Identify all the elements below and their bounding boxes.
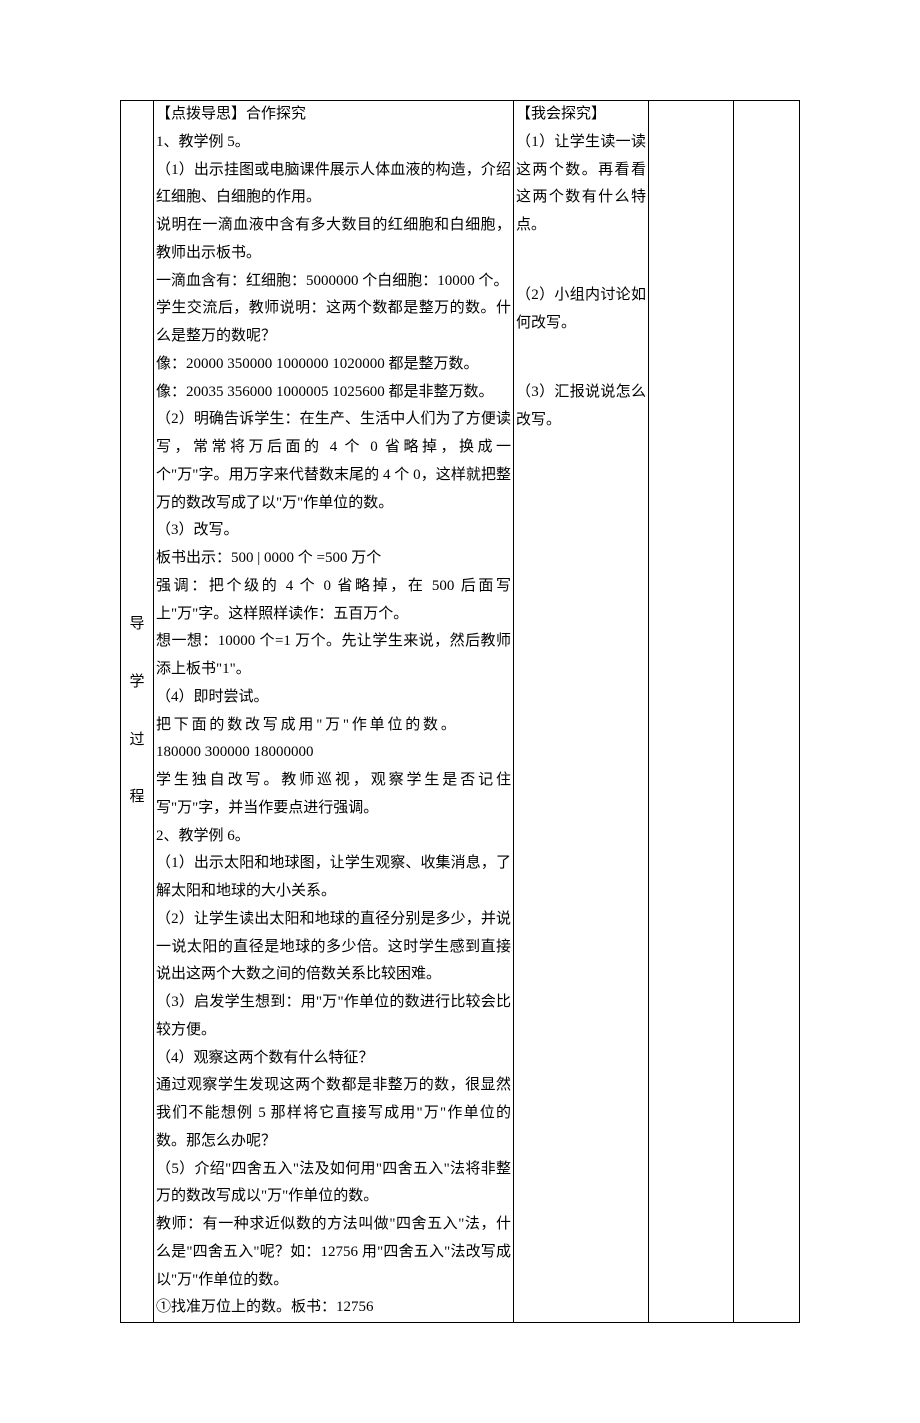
side-para: （2）小组内讨论如何改写。 <box>516 282 646 338</box>
spacer <box>516 337 646 379</box>
para: （1）出示挂图或电脑课件展示人体血液的构造，介绍红细胞、白细胞的作用。 <box>156 157 511 213</box>
para: 通过观察学生发现这两个数都是非整万的数，很显然我们不能想例 5 那样将它直接写成… <box>156 1072 511 1155</box>
main-content: 【点拨导思】合作探究 1、教学例 5。 （1）出示挂图或电脑课件展示人体血液的构… <box>154 101 514 1323</box>
label-char-3: 过 <box>123 727 151 755</box>
para: （3）启发学生想到：用"万"作单位的数进行比较会比较方便。 <box>156 989 511 1045</box>
label-char-2: 学 <box>123 669 151 697</box>
para: 板书出示：500 | 0000 个 =500 万个 <box>156 545 511 573</box>
para: 像：20000 350000 1000000 1020000 都是整万数。 <box>156 351 511 379</box>
example-6-title: 2、教学例 6。 <box>156 823 511 851</box>
para: 说明在一滴血液中含有多大数目的红细胞和白细胞，教师出示板书。 <box>156 212 511 268</box>
para: 学生交流后，教师说明：这两个数都是整万的数。什么是整万的数呢？ <box>156 295 511 351</box>
para: （2）明确告诉学生：在生产、生活中人们为了方便读写，常常将万后面的 4 个 0 … <box>156 406 511 517</box>
para: ①找准万位上的数。板书：12756 <box>156 1294 511 1322</box>
empty-column-1 <box>649 101 734 1323</box>
para: 把下面的数改写成用"万"作单位的数。 <box>156 712 511 740</box>
para: 一滴血含有：红细胞：5000000 个白细胞：10000 个。 <box>156 268 511 296</box>
example-5-title: 1、教学例 5。 <box>156 129 511 157</box>
empty-column-2 <box>734 101 800 1323</box>
para: 学生独自改写。教师巡视，观察学生是否记住写"万"字，并当作要点进行强调。 <box>156 767 511 823</box>
para: （2）让学生读出太阳和地球的直径分别是多少，并说一说太阳的直径是地球的多少倍。这… <box>156 906 511 989</box>
side-heading: 【我会探究】 <box>516 101 646 129</box>
para: 教师：有一种求近似数的方法叫做"四舍五入"法，什么是"四舍五入"呢？如：1275… <box>156 1211 511 1294</box>
side-para: （1）让学生读一读这两个数。再看看这两个数有什么特点。 <box>516 129 646 240</box>
para: （5）介绍"四舍五入"法及如何用"四舍五入"法将非整万的数改写成以"万"作单位的… <box>156 1156 511 1212</box>
para: 像：20035 356000 1000005 1025600 都是非整万数。 <box>156 379 511 407</box>
para: （4）即时尝试。 <box>156 684 511 712</box>
main-heading: 【点拨导思】合作探究 <box>156 101 511 129</box>
para: 想一想：10000 个=1 万个。先让学生来说，然后教师添上板书"1"。 <box>156 628 511 684</box>
side-para: （3）汇报说说怎么改写。 <box>516 379 646 435</box>
label-char-4: 程 <box>123 784 151 812</box>
page: 导 学 过 程 【点拨导思】合作探究 1、教学例 5。 （1）出示挂图或电脑课件… <box>0 0 920 1423</box>
para: （3）改写。 <box>156 517 511 545</box>
para: （4）观察这两个数有什么特征？ <box>156 1045 511 1073</box>
label-char-1: 导 <box>123 611 151 639</box>
spacer <box>516 240 646 282</box>
row-label: 导 学 过 程 <box>121 101 154 1323</box>
side-content: 【我会探究】 （1）让学生读一读这两个数。再看看这两个数有什么特点。 （2）小组… <box>514 101 649 1323</box>
para: 强调：把个级的 4 个 0 省略掉，在 500 后面写上"万"字。这样照样读作：… <box>156 573 511 629</box>
lesson-table: 导 学 过 程 【点拨导思】合作探究 1、教学例 5。 （1）出示挂图或电脑课件… <box>120 100 800 1323</box>
para: （1）出示太阳和地球图，让学生观察、收集消息，了解太阳和地球的大小关系。 <box>156 850 511 906</box>
para: 180000 300000 18000000 <box>156 739 511 767</box>
